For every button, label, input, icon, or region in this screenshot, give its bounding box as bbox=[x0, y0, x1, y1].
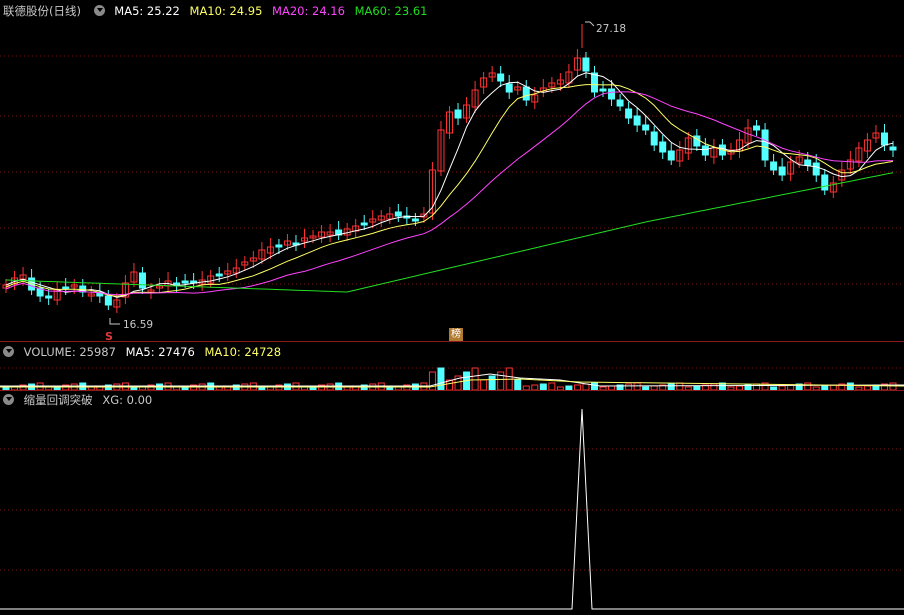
candle-body bbox=[642, 124, 650, 131]
candle-body bbox=[62, 286, 70, 290]
xg-signal-line bbox=[0, 408, 904, 610]
volume-bar bbox=[633, 382, 641, 391]
candle-body bbox=[275, 244, 283, 248]
candle-body bbox=[667, 150, 675, 161]
volume-bar bbox=[480, 379, 488, 391]
volume-bar bbox=[676, 382, 684, 391]
indicator-xg: XG: 0.00 bbox=[102, 393, 153, 407]
candle-body bbox=[770, 161, 778, 171]
candle-body bbox=[138, 272, 146, 289]
candle-body bbox=[804, 159, 812, 166]
high-pointer bbox=[585, 21, 595, 27]
candle-body bbox=[616, 99, 624, 107]
panel-divider-main bbox=[0, 341, 904, 342]
candle-body bbox=[497, 73, 505, 82]
volume-bar bbox=[846, 382, 854, 391]
volume-bar bbox=[514, 379, 522, 391]
low-price-label: 16.59 bbox=[123, 319, 154, 331]
candle-body bbox=[753, 125, 761, 131]
candle-body bbox=[625, 108, 633, 119]
candle-body bbox=[761, 129, 769, 161]
volume-bar bbox=[548, 382, 556, 391]
candle-body bbox=[215, 273, 223, 277]
chevron-down-icon[interactable] bbox=[3, 346, 14, 357]
volume-bar bbox=[488, 375, 496, 391]
candle-body bbox=[633, 115, 641, 126]
candle-body bbox=[812, 162, 820, 176]
indicator-header: 缩量回调突破 XG: 0.00 bbox=[0, 391, 904, 409]
candle-body bbox=[411, 218, 419, 222]
candle-body bbox=[394, 211, 402, 217]
volume-bar bbox=[889, 382, 897, 391]
low-pointer bbox=[109, 318, 120, 325]
candle-body bbox=[454, 109, 462, 119]
volume-ma10: MA10: 24728 bbox=[204, 345, 282, 359]
bang-badge[interactable]: 榜 bbox=[449, 328, 463, 341]
candle-body bbox=[659, 141, 667, 153]
candle-body bbox=[599, 88, 607, 92]
candle-body bbox=[360, 222, 368, 226]
high-price-label: 27.18 bbox=[596, 23, 627, 35]
candle-body bbox=[650, 131, 658, 146]
candle-body bbox=[778, 166, 786, 176]
candle-body bbox=[582, 57, 590, 72]
candle-body bbox=[701, 145, 709, 156]
chevron-down-icon[interactable] bbox=[3, 394, 14, 405]
volume-header: VOLUME: 25987 MA5: 27476 MA10: 24728 bbox=[0, 343, 904, 361]
volume-bar bbox=[471, 367, 479, 391]
candle-body bbox=[45, 295, 53, 299]
candle-body bbox=[608, 88, 616, 100]
candle-body bbox=[181, 280, 189, 284]
volume-value: VOLUME: 25987 bbox=[23, 345, 116, 359]
candle-body bbox=[821, 174, 829, 191]
candle-body bbox=[889, 146, 897, 151]
volume-bar bbox=[437, 367, 445, 391]
indicator-name: 缩量回调突破 bbox=[23, 393, 93, 407]
volume-ma5: MA5: 27476 bbox=[125, 345, 195, 359]
candlestick-chart[interactable] bbox=[0, 0, 904, 615]
candle-body bbox=[590, 72, 598, 93]
candle-body bbox=[104, 295, 112, 306]
candle-body bbox=[522, 86, 530, 101]
candle-body bbox=[880, 132, 888, 146]
candle-body bbox=[505, 83, 513, 93]
volume-bar bbox=[804, 382, 812, 391]
volume-bar bbox=[590, 382, 598, 391]
